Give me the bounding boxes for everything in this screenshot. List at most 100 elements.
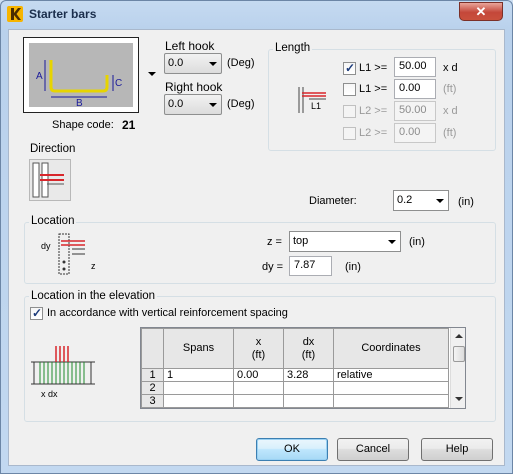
app-logo-icon xyxy=(7,6,23,22)
dialog-window: Starter bars ✕ A C B Shape code: 21 Left… xyxy=(0,0,513,474)
z-select[interactable]: top xyxy=(289,231,401,252)
l1-xd-checkbox[interactable]: ✓ xyxy=(343,61,356,75)
direction-label: Direction xyxy=(30,143,76,155)
close-button[interactable]: ✕ xyxy=(459,2,503,21)
close-icon: ✕ xyxy=(475,4,487,19)
ok-button[interactable]: OK xyxy=(256,438,328,461)
cell-spans[interactable] xyxy=(163,381,234,395)
cell-x[interactable]: 0.00 xyxy=(233,368,284,382)
left-hook-select[interactable]: 0.0 xyxy=(164,53,222,74)
scroll-down-icon[interactable] xyxy=(455,397,463,401)
right-hook-value: 0.0 xyxy=(168,98,184,110)
checkmark-icon: ✓ xyxy=(32,306,43,320)
l2-ft-input[interactable]: 0.00 xyxy=(394,123,436,143)
shape-label-a: A xyxy=(36,71,43,82)
dy-label: dy = xyxy=(262,261,284,273)
length-group-title: Length xyxy=(273,42,313,54)
direction-button[interactable] xyxy=(29,159,71,201)
scroll-up-icon[interactable] xyxy=(455,334,463,338)
z-unit: (in) xyxy=(409,236,425,248)
column-header-x[interactable]: x (ft) xyxy=(233,328,284,369)
window-title: Starter bars xyxy=(29,7,97,21)
l2-ft-unit: (ft) xyxy=(443,127,457,139)
l1-ft-checkbox[interactable] xyxy=(343,83,356,96)
left-hook-value: 0.0 xyxy=(168,57,184,69)
l2-xd-input[interactable]: 50.00 xyxy=(394,101,436,121)
checkmark-icon: ✓ xyxy=(345,61,356,75)
vertical-spacing-label: In accordance with vertical reinforcemen… xyxy=(47,307,288,319)
direction-icon xyxy=(32,162,64,198)
l1-xd-input[interactable]: 50.00 xyxy=(394,57,436,77)
row-header[interactable]: 2 xyxy=(141,381,164,395)
l1-ft-unit: (ft) xyxy=(443,83,457,95)
cell-x[interactable] xyxy=(233,381,284,395)
shape-label-b: B xyxy=(76,98,83,109)
scroll-thumb[interactable] xyxy=(453,346,465,362)
cell-dx[interactable] xyxy=(283,394,334,408)
cell-coordinates[interactable]: relative xyxy=(333,368,449,382)
right-hook-unit: (Deg) xyxy=(227,98,255,110)
diameter-label: Diameter: xyxy=(309,195,357,207)
shape-picker[interactable]: A C B xyxy=(23,37,139,113)
vertical-spacing-checkbox[interactable]: ✓ xyxy=(30,306,43,320)
column-header-dx[interactable]: dx (ft) xyxy=(283,328,334,369)
l2-xd-checkbox[interactable] xyxy=(343,105,356,118)
dy-input[interactable]: 7.87 xyxy=(289,256,332,276)
row-header[interactable]: 1 xyxy=(141,368,164,382)
shape-code-value: 21 xyxy=(122,118,136,132)
cell-spans[interactable]: 1 xyxy=(163,368,234,382)
cancel-button[interactable]: Cancel xyxy=(337,438,409,461)
diameter-select[interactable]: 0.2 xyxy=(393,190,449,211)
shape-dropdown-icon[interactable] xyxy=(148,72,156,76)
location-z-text: z xyxy=(91,261,96,271)
column-header-x-label: x xyxy=(255,335,262,348)
table-row: 2 xyxy=(141,381,449,395)
right-hook-select[interactable]: 0.0 xyxy=(164,94,222,115)
shape-code-label: Shape code: xyxy=(52,119,114,131)
column-header-x-unit: (ft) xyxy=(251,348,266,361)
elevation-diagram-label: x dx xyxy=(41,389,58,399)
cell-dx[interactable]: 3.28 xyxy=(283,368,334,382)
l1-ft-input[interactable]: 0.00 xyxy=(394,79,436,99)
table-scrollbar[interactable] xyxy=(450,328,465,408)
l2-xd-unit: x d xyxy=(443,105,458,117)
diameter-unit: (in) xyxy=(458,196,474,208)
column-header-dx-label: dx xyxy=(302,335,315,348)
l1-xd-unit: x d xyxy=(443,62,458,74)
elevation-table[interactable]: Spans x (ft) dx (ft) Coordinates 1 1 0.00 … xyxy=(140,327,466,409)
location-diagram: dy z xyxy=(39,232,101,276)
title-bar: Starter bars ✕ xyxy=(1,1,512,27)
z-value: top xyxy=(293,235,309,247)
l2-ft-label: L2 >= xyxy=(359,127,388,139)
elevation-group-title: Location in the elevation xyxy=(29,290,158,302)
dy-unit: (in) xyxy=(345,261,361,273)
location-dy-text: dy xyxy=(41,241,51,251)
cell-coordinates[interactable] xyxy=(333,381,449,395)
table-row: 1 1 0.00 3.28 relative xyxy=(141,368,449,382)
diameter-value: 0.2 xyxy=(397,194,413,206)
l2-xd-label: L2 >= xyxy=(359,105,388,117)
cell-dx[interactable] xyxy=(283,381,334,395)
column-header-coordinates-label: Coordinates xyxy=(361,342,421,354)
column-header-coordinates[interactable]: Coordinates xyxy=(333,328,449,369)
length-diagram-label: L1 xyxy=(311,101,321,111)
left-hook-label: Left hook xyxy=(165,39,215,53)
chevron-down-icon xyxy=(388,240,396,244)
row-header[interactable]: 3 xyxy=(141,394,164,408)
l1-xd-label: L1 >= xyxy=(359,62,388,74)
cell-spans[interactable] xyxy=(163,394,234,408)
l2-ft-checkbox[interactable] xyxy=(343,127,356,140)
location-group-title: Location xyxy=(29,215,77,227)
cell-x[interactable] xyxy=(233,394,284,408)
help-button[interactable]: Help xyxy=(421,438,493,461)
column-header-spans[interactable]: Spans xyxy=(163,328,234,369)
shape-label-c: C xyxy=(115,78,122,89)
shape-diagram: A C B xyxy=(29,43,133,109)
z-label: z = xyxy=(267,236,282,248)
dialog-body: A C B Shape code: 21 Left hook 0.0 (Deg)… xyxy=(8,29,505,466)
cell-coordinates[interactable] xyxy=(333,394,449,408)
l1-ft-label: L1 >= xyxy=(359,83,388,95)
column-header-dx-unit: (ft) xyxy=(301,348,316,361)
chevron-down-icon xyxy=(209,103,217,107)
elevation-diagram: x dx xyxy=(29,342,99,402)
